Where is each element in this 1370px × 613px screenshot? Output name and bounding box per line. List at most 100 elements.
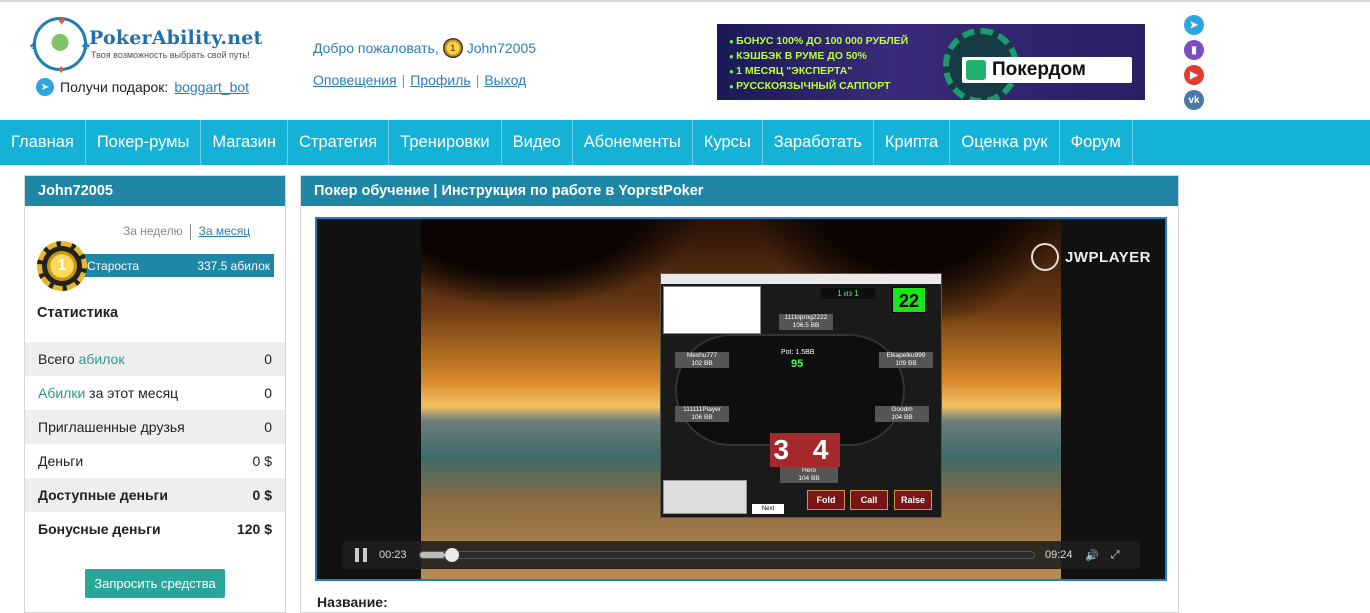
pause-icon[interactable] — [355, 548, 367, 562]
gift-bot-link[interactable]: boggart_bot — [174, 79, 249, 95]
heart-suit-icon: ♥ — [58, 14, 66, 28]
request-funds-button[interactable]: Запросить средства — [85, 569, 225, 598]
stat-value: 0 — [264, 351, 272, 367]
palm-leaves-left — [421, 219, 701, 309]
twitch-icon[interactable]: ▮ — [1184, 40, 1204, 60]
stat-value: 0 — [264, 385, 272, 401]
nav-item-earn[interactable]: Заработать — [763, 120, 874, 165]
nav-item-strategy[interactable]: Стратегия — [288, 120, 390, 165]
stat-label: Приглашенные друзья — [38, 419, 185, 435]
profile-link[interactable]: Профиль — [410, 72, 470, 88]
main-nav: Главная Покер-румы Магазин Стратегия Тре… — [0, 120, 1370, 165]
telegram-icon[interactable]: ➤ — [1184, 15, 1204, 35]
stat-value: 120 $ — [236, 521, 272, 537]
social-links: ➤ ▮ ▶ vk — [1184, 15, 1204, 110]
rank-value: 337.5 абилок — [197, 258, 270, 273]
diamond-suit-icon: ♦ — [58, 62, 65, 76]
rank-number: 1 — [47, 251, 77, 281]
notifications-link[interactable]: Оповещения — [313, 72, 397, 88]
stat-row-total-abilki: Всего абилок 0 — [25, 342, 285, 376]
rank-name: Староста — [87, 258, 140, 273]
jwplayer-logo: JWPLAYER — [1031, 243, 1151, 271]
raise-button: Raise — [894, 490, 932, 510]
fullscreen-icon[interactable]: ⤢ — [1111, 549, 1120, 562]
user-sidebar: John72005 За неделю За месяц Староста 337… — [24, 175, 286, 613]
site-logo[interactable]: ♥ ♠ ♣ ♦ PokerAbility.net Твоя возможност… — [30, 14, 273, 76]
logo-subtitle: Твоя возможность выбрать свой путь! — [91, 50, 250, 60]
nav-item-poker-rooms[interactable]: Покер-румы — [86, 120, 202, 165]
seek-handle[interactable] — [445, 548, 459, 562]
site-header: ♥ ♠ ♣ ♦ PokerAbility.net Твоя возможност… — [0, 2, 1370, 120]
stat-label-accent[interactable]: абилок — [79, 351, 125, 367]
pot-label: Pot: 1.5BB — [781, 349, 815, 356]
nav-item-shop[interactable]: Магазин — [201, 120, 289, 165]
gift-promo: ➤ Получи подарок: boggart_bot — [36, 78, 249, 96]
seat-player: Goodm 104 BB — [875, 406, 929, 422]
seat-player: Elkapelku999 109 BB — [879, 352, 933, 368]
seek-progress — [420, 552, 445, 558]
stat-label-accent[interactable]: Абилки — [38, 385, 85, 401]
stat-value: 0 $ — [252, 453, 272, 469]
next-button: Next — [752, 504, 784, 514]
stat-row-month-abilki: Абилки за этот месяц 0 — [25, 376, 285, 410]
username[interactable]: John72005 — [467, 40, 536, 56]
pokerdom-ad-banner[interactable]: БОНУС 100% ДО 100 000 РУБЛЕЙ КЭШБЭК В РУ… — [717, 24, 1145, 100]
stat-value: 0 $ — [252, 487, 272, 503]
stat-row-available-money: Доступные деньги 0 $ — [25, 478, 285, 512]
link-separator: | — [475, 72, 480, 88]
hero-seat: Hero 104 BB — [780, 467, 838, 483]
nav-item-crypto[interactable]: Крипта — [874, 120, 951, 165]
period-switch: За неделю За месяц — [123, 224, 250, 240]
nav-item-subscriptions[interactable]: Абонементы — [573, 120, 693, 165]
pot-value: 95 — [791, 358, 804, 370]
fold-button: Fold — [807, 490, 845, 510]
volume-icon[interactable]: 🔊 — [1085, 549, 1099, 562]
page-title: Покер обучение | Инструкция по работе в … — [301, 176, 1178, 206]
nav-item-video[interactable]: Видео — [502, 120, 573, 165]
nav-item-home[interactable]: Главная — [0, 120, 86, 165]
nav-item-hand-review[interactable]: Оценка рук — [950, 120, 1060, 165]
gift-text: Получи подарок: — [60, 79, 169, 95]
nav-item-training[interactable]: Тренировки — [389, 120, 502, 165]
pokerdom-logo-icon — [966, 60, 986, 80]
stat-label: Доступные деньги — [38, 487, 169, 503]
link-separator: | — [401, 72, 406, 88]
stat-label-text: за этот месяц — [85, 385, 179, 401]
poker-trainer-window: 1 из 1 22 111toprog2222 106.5 BB Mexhu777… — [660, 273, 942, 518]
video-controls: 00:23 09:24 🔊 ⤢ — [342, 541, 1140, 569]
timer-display: 22 — [892, 287, 926, 313]
banner-brand: Покердом — [962, 57, 1132, 83]
rank-bar: Староста 337.5 абилок — [75, 254, 274, 277]
banner-line: БОНУС 100% ДО 100 000 РУБЛЕЙ — [729, 34, 908, 49]
spade-suit-icon: ♠ — [30, 38, 37, 52]
vk-icon[interactable]: vk — [1184, 90, 1204, 110]
seek-bar[interactable] — [419, 548, 1035, 562]
stat-label-text: Всего — [38, 351, 79, 367]
user-links: Оповещения | Профиль | Выход — [313, 72, 526, 88]
youtube-icon[interactable]: ▶ — [1184, 65, 1204, 85]
banner-line: РУССКОЯЗЫЧНЫЙ САППОРТ — [729, 79, 908, 94]
stat-row-bonus-money: Бонусные деньги 120 $ — [25, 512, 285, 546]
seat-player: Mexhu777 102 BB — [675, 352, 729, 368]
telegram-icon: ➤ — [36, 78, 54, 96]
notes-box — [663, 480, 747, 514]
user-level-coin-icon: 1 — [442, 38, 463, 58]
stat-label: Абилки за этот месяц — [38, 385, 178, 401]
main-content: Покер обучение | Инструкция по работе в … — [300, 175, 1179, 613]
logo-emblem-icon: ♥ ♠ ♣ ♦ — [30, 14, 90, 76]
period-week-tab[interactable]: За неделю — [123, 224, 183, 238]
call-button: Call — [850, 490, 888, 510]
jwplayer-brand: JWPLAYER — [1065, 248, 1151, 266]
stat-row-invited-friends: Приглашенные друзья 0 — [25, 410, 285, 444]
period-divider — [189, 224, 191, 240]
sidebar-title: John72005 — [25, 176, 285, 206]
stat-label: Бонусные деньги — [38, 521, 161, 537]
jwplayer-logo-icon — [1031, 243, 1060, 271]
nav-item-forum[interactable]: Форум — [1060, 120, 1133, 165]
period-month-tab[interactable]: За месяц — [199, 224, 251, 238]
nav-item-courses[interactable]: Курсы — [693, 120, 763, 165]
logout-link[interactable]: Выход — [484, 72, 526, 88]
seat-player: 111111Player 106 BB — [675, 406, 729, 422]
video-player[interactable]: 1 из 1 22 111toprog2222 106.5 BB Mexhu777… — [315, 217, 1167, 581]
banner-line: КЭШБЭК В РУМЕ ДО 50% — [729, 49, 908, 64]
